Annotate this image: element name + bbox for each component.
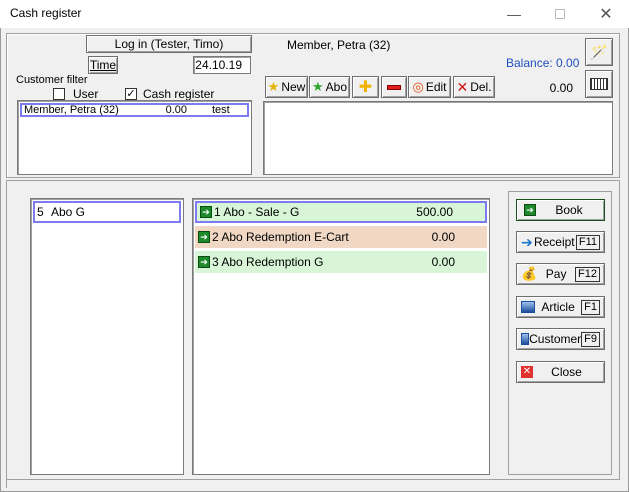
article-shortcut: F1 [581,299,600,315]
customer-row[interactable]: Member, Petra (32) 0.00 test [20,103,249,117]
lifebuoy-icon: ◎ [412,79,424,94]
wand-button[interactable]: 🪄 [585,38,613,66]
remove-button[interactable] [381,76,407,98]
star-icon: ★ [267,79,280,94]
abo-button[interactable]: ★ Abo [309,76,350,98]
book-button[interactable]: ➔ Book [516,199,605,221]
item-value: 500.00 [416,205,453,219]
book-arrow-icon: ➔ [524,204,536,216]
plus-icon: ✚ [358,79,373,96]
user-checkbox[interactable] [53,88,65,100]
time-button-label: Time [89,58,117,72]
customer-name: Member, Petra (32) [24,104,119,116]
balance-label: Balance: 0.00 [506,56,580,70]
pay-button[interactable]: 💰 Pay F12 [516,263,605,285]
customer-filter-label: Customer filter [16,74,88,86]
login-button[interactable]: Log in (Tester, Timo) [86,35,252,53]
close-icon: ✕ [599,6,613,23]
member-name: Member, Petra (32) [287,38,391,52]
group-name: Abo G [51,205,86,219]
group-row[interactable]: 5 Abo G [33,201,181,223]
item-label: 1 Abo - Sale - G [214,205,300,219]
window-client: Log in (Tester, Timo) Time 24.10.19 Cust… [0,28,629,492]
magic-wand-icon: 🪄 [590,43,608,60]
item-row[interactable]: ➔ 2 Abo Redemption E-Cart 0.00 [195,226,487,248]
item-label: 2 Abo Redemption E-Cart [212,230,349,244]
item-value: 0.00 [431,255,455,269]
close-window-button[interactable]: ✕ [583,0,629,28]
login-button-label: Log in (Tester, Timo) [114,37,224,51]
money-icon: 💰 [521,266,538,281]
article-button[interactable]: Article F1 [516,296,605,318]
minimize-icon: — [507,6,521,22]
customer-button[interactable]: Customer F9 [516,328,605,350]
register-button[interactable] [585,70,613,98]
group-number: 5 [37,205,44,219]
item-row[interactable]: ➔ 1 Abo - Sale - G 500.00 [195,201,487,223]
close-button[interactable]: ✕ Close [516,361,605,383]
receipt-button[interactable]: ➔ Receipt F11 [516,231,605,253]
edit-button[interactable]: ◎ Edit [408,76,451,98]
item-row[interactable]: ➔ 3 Abo Redemption G 0.00 [195,251,487,273]
details-area[interactable] [263,101,613,175]
frame-line [6,432,7,488]
cash-register-checkbox-label: Cash register [143,87,215,101]
date-field[interactable]: 24.10.19 [193,56,251,74]
customer-note: test [212,104,230,116]
delete-x-icon: ✕ [456,78,469,95]
cash-register-icon [590,78,608,90]
cash-register-checkbox[interactable]: ✓ [125,88,137,100]
user-filter[interactable]: User [53,87,98,101]
article-icon [521,301,535,313]
arrow-right-icon: ➔ [198,231,210,243]
maximize-button[interactable] [537,0,583,28]
group-list[interactable]: 5 Abo G [30,198,184,475]
item-label: 3 Abo Redemption G [212,255,324,269]
customer-amount: 0.00 [165,104,187,116]
arrow-right-icon: ➔ [198,256,210,268]
time-button[interactable]: Time [88,56,118,74]
title-bar: Cash register — ✕ [0,0,629,28]
close-x-icon: ✕ [521,366,533,378]
delete-button[interactable]: ✕ Del. [453,76,495,98]
maximize-icon [555,9,565,19]
customer-list[interactable]: Member, Petra (32) 0.00 test [17,100,252,175]
cash-register-filter[interactable]: ✓ Cash register [125,87,214,101]
pay-shortcut: F12 [575,266,600,282]
arrow-right-icon: ➔ [200,206,212,218]
amount-value: 0.00 [549,81,573,95]
customer-shortcut: F9 [581,331,600,347]
add-button[interactable]: ✚ [352,76,379,98]
item-value: 0.00 [431,230,455,244]
user-checkbox-label: User [73,87,99,101]
item-list[interactable]: ➔ 1 Abo - Sale - G 500.00 ➔ 2 Abo Redemp… [192,198,490,475]
window-title: Cash register [10,6,82,20]
minus-icon [387,84,401,90]
receipt-shortcut: F11 [575,234,600,250]
green-star-icon: ★ [312,79,324,94]
minimize-button[interactable]: — [491,0,537,28]
customer-icon [521,333,530,345]
new-button[interactable]: ★ New [265,76,308,98]
blue-arrow-icon: ➔ [521,233,533,250]
